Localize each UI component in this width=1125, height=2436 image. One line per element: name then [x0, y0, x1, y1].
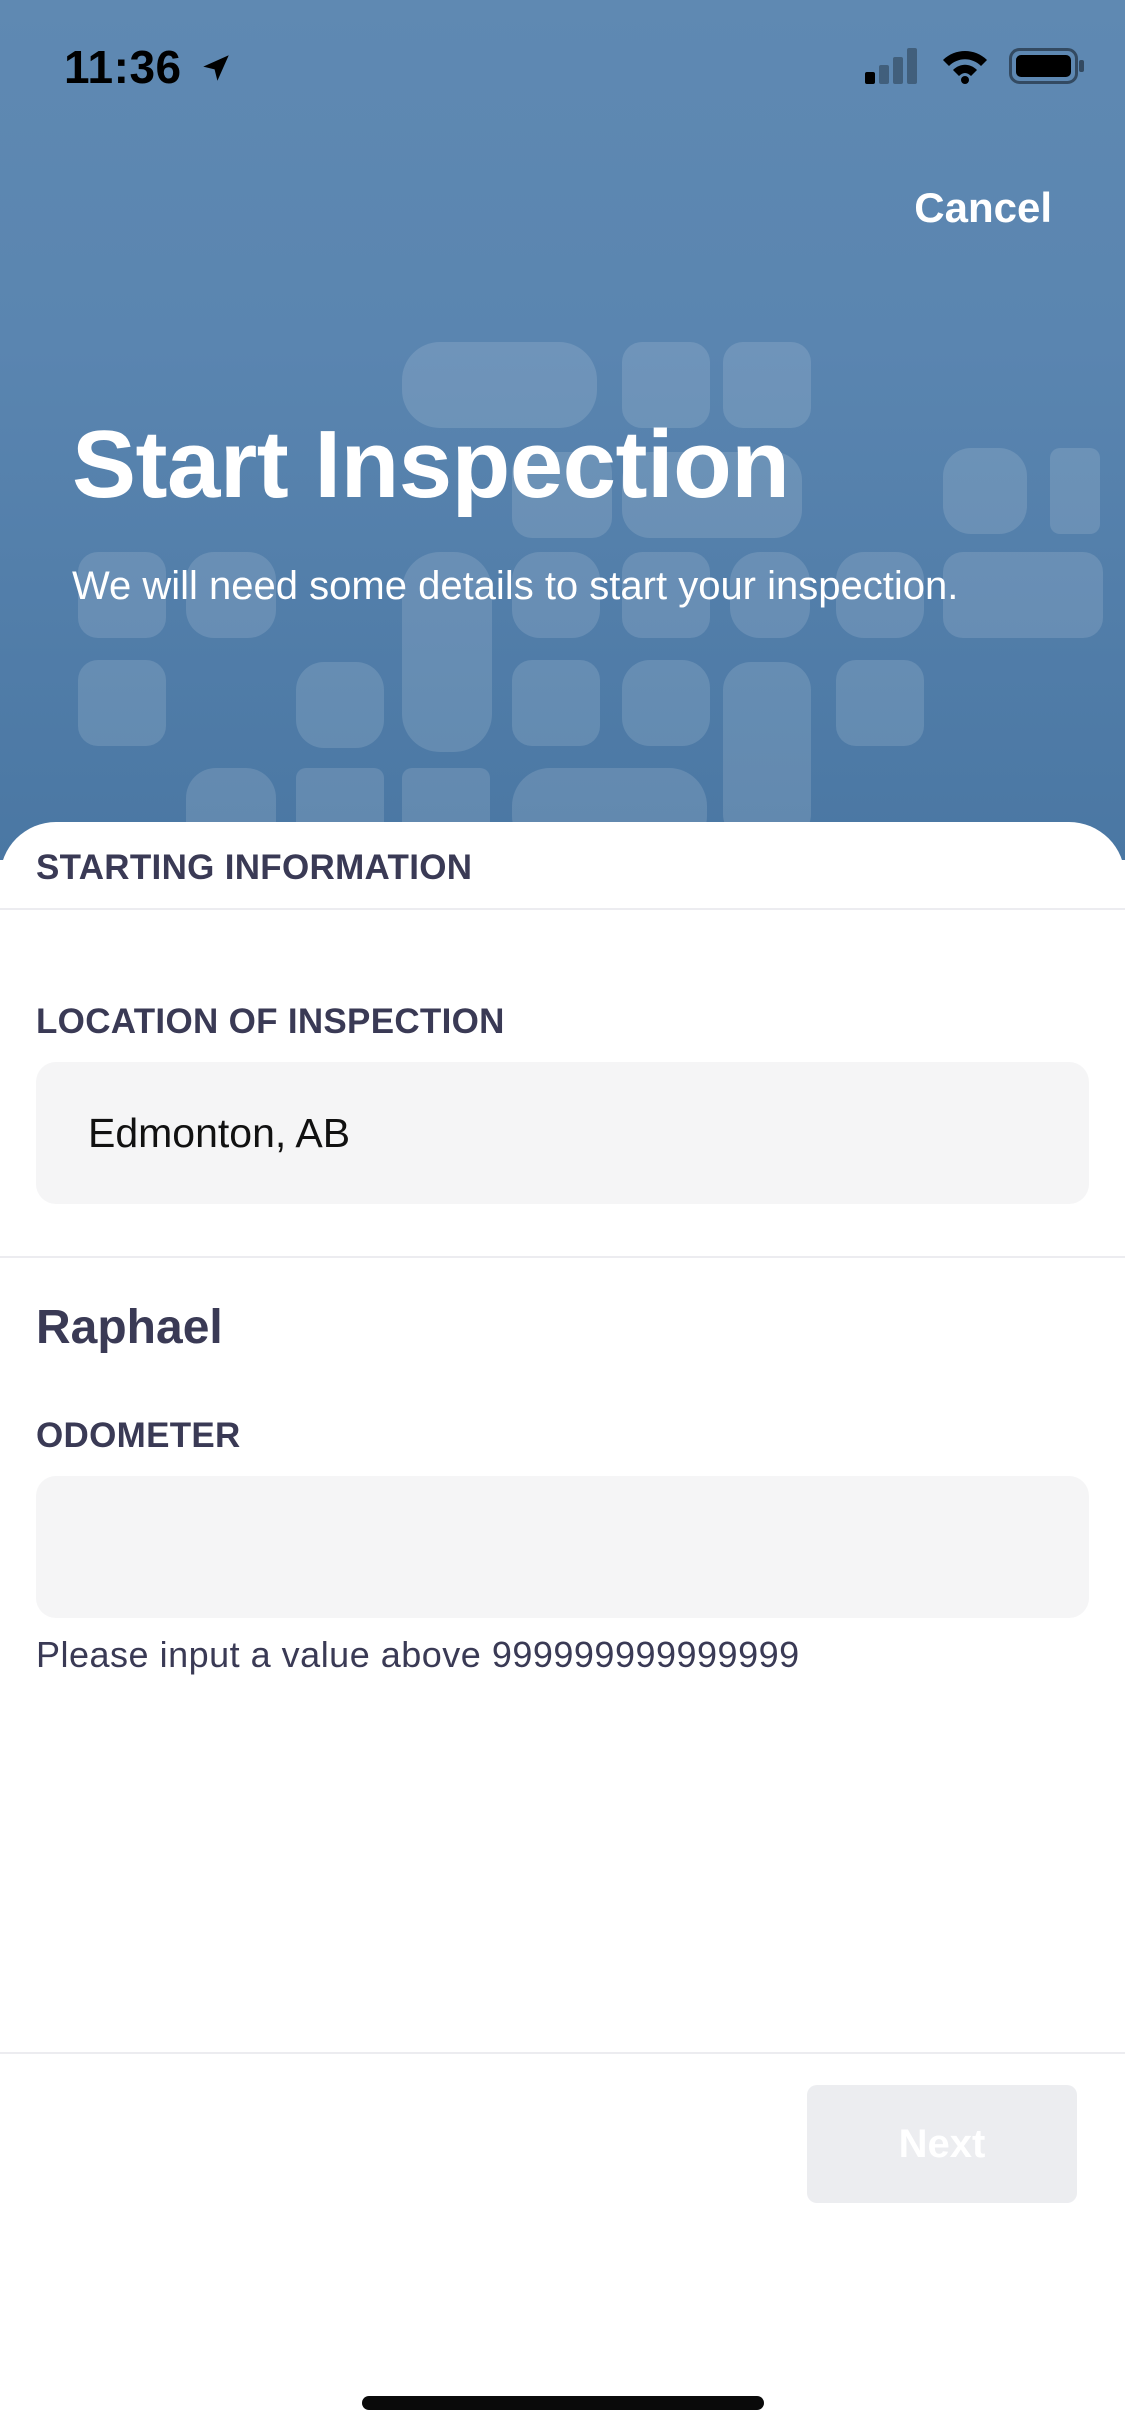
page-title: Start Inspection [72, 411, 790, 518]
wifi-icon [943, 51, 987, 84]
odometer-helper-text: Please input a value above 9999999999999… [36, 1634, 800, 1675]
page-subtitle: We will need some details to start your … [72, 564, 959, 608]
status-icons [865, 48, 1085, 84]
status-time-text: 11:36 [64, 41, 182, 93]
location-arrow-icon [203, 55, 229, 81]
odometer-label: ODOMETER [36, 1416, 241, 1455]
next-button[interactable]: Next [807, 2085, 1077, 2203]
location-label: LOCATION OF INSPECTION [36, 1002, 505, 1041]
cellular-signal-icon [865, 48, 917, 84]
location-input[interactable] [36, 1062, 1089, 1204]
status-time: 11:36 [64, 40, 233, 94]
odometer-input[interactable] [36, 1476, 1089, 1618]
status-bar: 11:36 [0, 0, 1125, 130]
battery-icon [1009, 48, 1084, 84]
footer-divider [0, 2052, 1125, 2054]
field-divider [0, 1256, 1125, 1258]
person-name: Raphael [36, 1301, 223, 1354]
form-sheet: STARTING INFORMATION LOCATION OF INSPECT… [0, 822, 1125, 2436]
cancel-button[interactable]: Cancel [914, 184, 1052, 232]
header-banner: 11:36 Cancel Start Inspection We will ne… [0, 0, 1125, 860]
section-divider [0, 908, 1125, 910]
home-indicator [362, 2396, 764, 2410]
section-title: STARTING INFORMATION [36, 848, 473, 887]
